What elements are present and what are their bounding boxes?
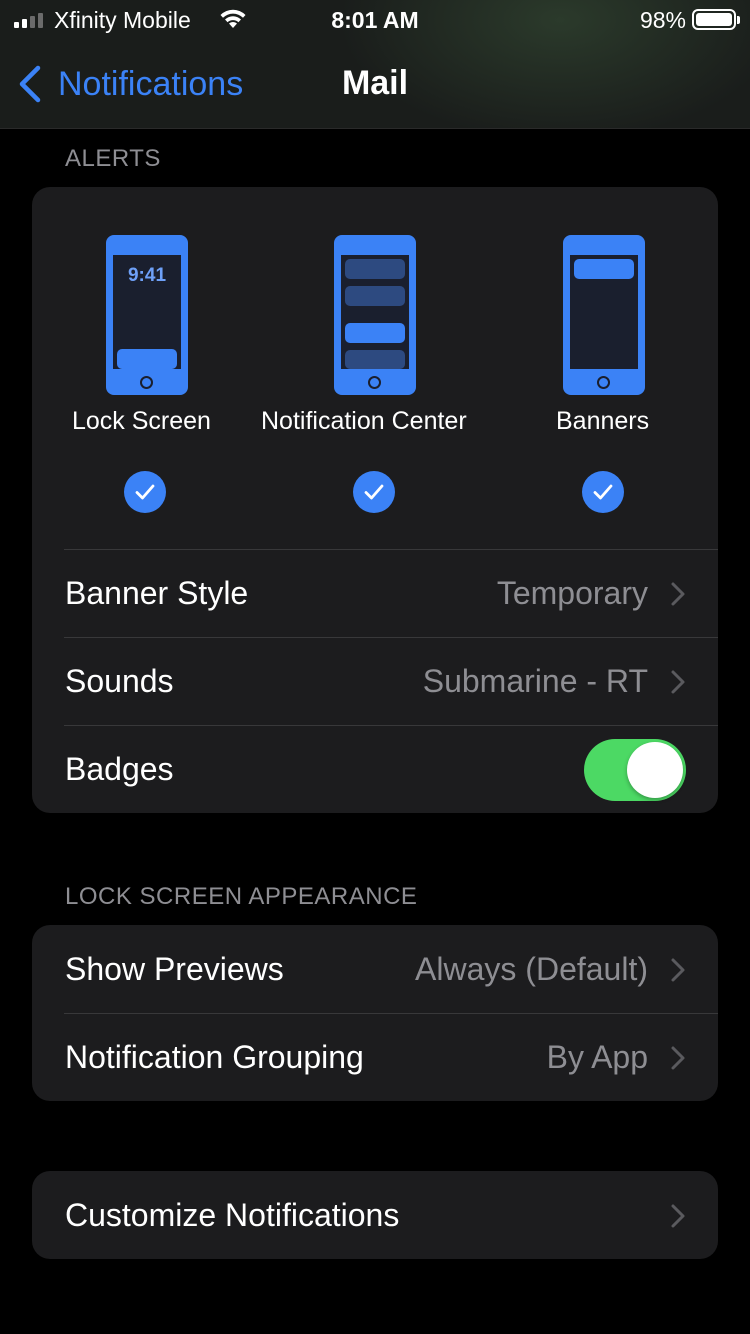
chevron-right-icon bbox=[671, 670, 685, 694]
toggle-knob bbox=[627, 742, 683, 798]
battery-percent: 98% bbox=[639, 7, 686, 33]
alert-option-label: Banners bbox=[556, 407, 650, 435]
badges-toggle[interactable] bbox=[584, 739, 686, 801]
lock-screen-illustration: 9:41 bbox=[106, 235, 188, 395]
top-bar: Xfinity Mobile 8:01 AM 98% Notifications… bbox=[0, 0, 750, 129]
chevron-right-icon bbox=[671, 1046, 685, 1070]
row-value: By App bbox=[546, 1039, 648, 1075]
home-button-icon bbox=[597, 376, 610, 389]
status-time: 8:01 AM bbox=[331, 7, 419, 33]
alert-option-label: Lock Screen bbox=[72, 407, 211, 435]
row-label: Badges bbox=[65, 751, 174, 787]
checkmark-icon[interactable] bbox=[124, 471, 166, 513]
row-label: Banner Style bbox=[65, 575, 249, 611]
row-label: Sounds bbox=[65, 663, 174, 699]
divider bbox=[64, 725, 718, 726]
divider bbox=[64, 637, 718, 638]
checkmark-icon[interactable] bbox=[582, 471, 624, 513]
home-button-icon bbox=[368, 376, 381, 389]
notification-center-illustration bbox=[334, 235, 416, 395]
badges-row: Badges bbox=[32, 725, 718, 813]
alerts-section-header: ALERTS bbox=[65, 145, 161, 172]
row-value: Submarine - RT bbox=[422, 663, 648, 699]
chevron-right-icon bbox=[671, 958, 685, 982]
row-label: Show Previews bbox=[65, 951, 284, 987]
customize-notifications-row[interactable]: Customize Notifications bbox=[32, 1171, 718, 1259]
row-label: Customize Notifications bbox=[65, 1197, 400, 1233]
status-bar: Xfinity Mobile 8:01 AM 98% bbox=[0, 0, 750, 40]
row-value: Always (Default) bbox=[415, 951, 648, 987]
divider bbox=[64, 1013, 718, 1014]
show-previews-row[interactable]: Show Previews Always (Default) bbox=[32, 925, 718, 1013]
row-label: Notification Grouping bbox=[65, 1039, 364, 1075]
sounds-row[interactable]: Sounds Submarine - RT bbox=[32, 637, 718, 725]
page-title: Mail bbox=[341, 64, 409, 102]
lock-screen-appearance-header: LOCK SCREEN APPEARANCE bbox=[65, 883, 418, 910]
chevron-right-icon bbox=[671, 582, 685, 606]
alerts-card: 9:41 Lock Screen Notification Center Ban… bbox=[32, 187, 718, 813]
divider bbox=[64, 549, 718, 550]
banner-style-row[interactable]: Banner Style Temporary bbox=[32, 549, 718, 637]
customize-card: Customize Notifications bbox=[32, 1171, 718, 1259]
battery-icon bbox=[692, 9, 740, 30]
home-button-icon bbox=[140, 376, 153, 389]
row-value: Temporary bbox=[496, 575, 648, 611]
lock-screen-appearance-card: Show Previews Always (Default) Notificat… bbox=[32, 925, 718, 1101]
alert-option-label: Notification Center bbox=[261, 407, 467, 435]
notification-grouping-row[interactable]: Notification Grouping By App bbox=[32, 1013, 718, 1101]
banners-illustration bbox=[563, 235, 645, 395]
lock-screen-clock: 9:41 bbox=[127, 265, 167, 286]
chevron-right-icon bbox=[671, 1204, 685, 1228]
checkmark-icon[interactable] bbox=[353, 471, 395, 513]
